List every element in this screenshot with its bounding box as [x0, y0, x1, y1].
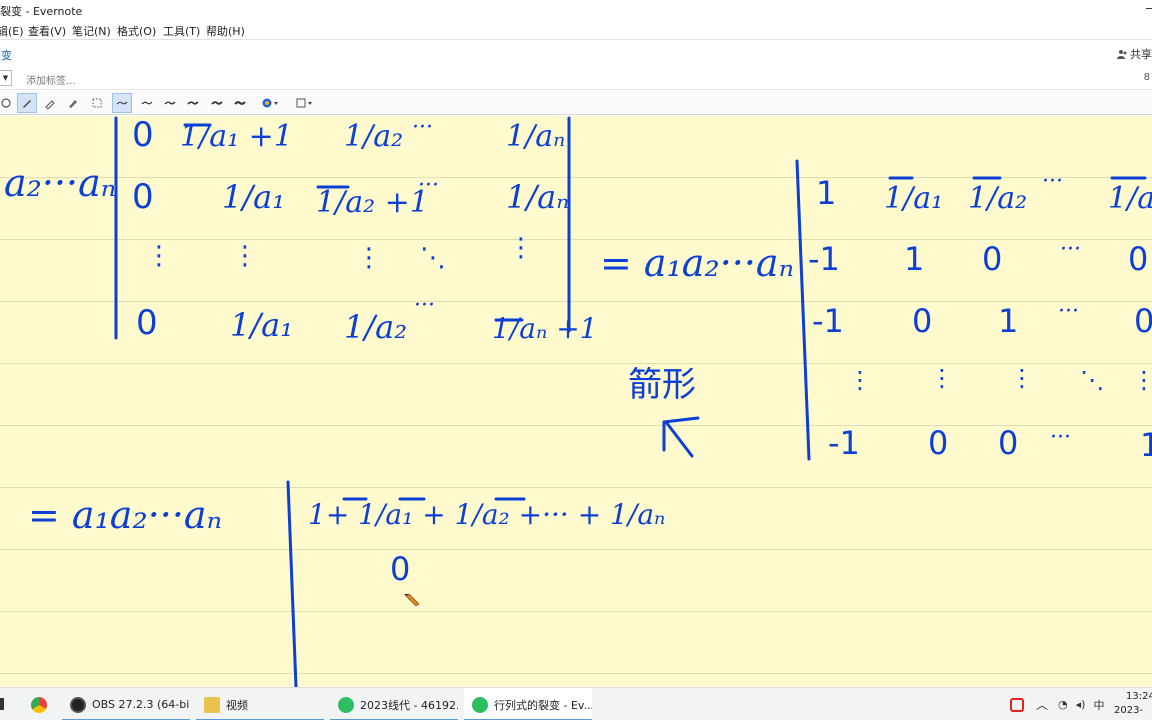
- menu-tools[interactable]: 工具(T): [163, 23, 200, 39]
- ink-toolbar: [0, 91, 1152, 115]
- insert-icon[interactable]: [292, 93, 318, 113]
- window-controls: [1092, 0, 1152, 20]
- stroke-4-icon[interactable]: [207, 93, 227, 113]
- stroke-5-icon[interactable]: [230, 93, 250, 113]
- clock-time: 13:24: [1126, 691, 1152, 702]
- taskbar-app-obs[interactable]: OBS 27.2.3 (64-bi...: [62, 688, 190, 720]
- taskbar-app-evernote-1[interactable]: 2023线代 - 46192...: [330, 688, 458, 720]
- chrome-icon[interactable]: [22, 688, 56, 720]
- sogou-icon[interactable]: [1010, 697, 1024, 712]
- obs-icon: [70, 696, 86, 713]
- lasso-icon[interactable]: [87, 93, 107, 113]
- thin-stroke-icon[interactable]: [112, 93, 132, 113]
- menu-view[interactable]: 查看(V): [28, 23, 66, 39]
- note-header: 裂变 共享: [0, 41, 1152, 65]
- title-bar: 裂变 - Evernote: [0, 0, 1152, 20]
- volume-icon[interactable]: ◂): [1076, 698, 1086, 711]
- note-title[interactable]: 裂变: [0, 47, 12, 63]
- ink-canvas[interactable]: a₂···aₙ 0 1/a₁ +1 1/a₂ ··· 1/aₙ 0 1/a₁ 1…: [0, 116, 1152, 687]
- menu-format[interactable]: 格式(O): [117, 23, 156, 39]
- ime-indicator[interactable]: 中: [1093, 697, 1104, 713]
- share-label: 共享: [1130, 48, 1152, 61]
- share-button[interactable]: 共享: [1117, 46, 1152, 62]
- system-tray: ︿ ◔ ◂) 中: [1010, 688, 1104, 720]
- menu-bar: 编辑(E) 查看(V) 笔记(N) 格式(O) 工具(T) 帮助(H): [0, 20, 1152, 40]
- add-tag-input[interactable]: 添加标签...: [26, 72, 76, 87]
- eraser-icon[interactable]: [0, 93, 16, 113]
- menu-help[interactable]: 帮助(H): [206, 23, 245, 39]
- taskbar: OBS 27.2.3 (64-bi... 视频 2023线代 - 46192..…: [0, 687, 1152, 720]
- bottom-det-bar: [286, 480, 298, 687]
- evernote-icon: [472, 696, 488, 713]
- user-icon: [1117, 50, 1127, 59]
- pen-icon[interactable]: [17, 93, 37, 113]
- menu-note[interactable]: 笔记(N): [72, 23, 111, 39]
- reminder-count: 8: [1143, 72, 1150, 83]
- handwriting-strokes: [114, 116, 1147, 687]
- stroke-1-icon[interactable]: [137, 93, 157, 113]
- highlighter-icon[interactable]: [40, 93, 60, 113]
- window-title: 裂变 - Evernote: [0, 5, 83, 18]
- evernote-icon: [338, 696, 354, 713]
- menu-edit[interactable]: 编辑(E): [0, 23, 24, 39]
- chevron-up-icon[interactable]: ︿: [1036, 696, 1048, 713]
- arrow-shaft: [664, 420, 694, 458]
- taskbar-app-evernote-2[interactable]: 行列式的裂变 - Ev...: [464, 688, 592, 720]
- right-det-bar: [795, 159, 811, 461]
- start-icon[interactable]: [0, 698, 4, 710]
- clock[interactable]: 13:24 2023-2-: [1114, 690, 1152, 720]
- color-picker-icon[interactable]: [258, 93, 284, 113]
- arrow-head: [662, 416, 700, 452]
- notebook-dropdown[interactable]: ▼: [0, 70, 12, 86]
- tag-bar: ▼ 添加标签... 8: [0, 66, 1152, 90]
- minimize-icon[interactable]: [1146, 8, 1152, 9]
- folder-icon: [204, 696, 220, 713]
- marker-icon[interactable]: [63, 93, 83, 113]
- taskbar-app-folder[interactable]: 视频: [196, 688, 324, 720]
- stroke-3-icon[interactable]: [183, 93, 203, 113]
- clock-date: 2023-2-: [1114, 705, 1144, 720]
- network-icon[interactable]: ◔: [1058, 698, 1068, 711]
- stroke-2-icon[interactable]: [160, 93, 180, 113]
